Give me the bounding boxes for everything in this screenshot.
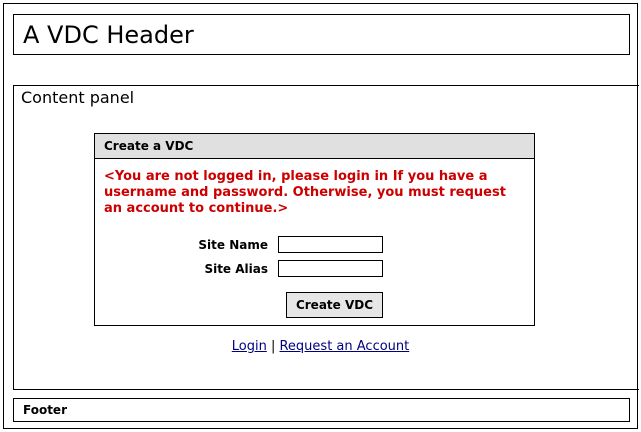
create-vdc-panel: Create a VDC <You are not logged in, ple… bbox=[94, 133, 535, 326]
request-account-link[interactable]: Request an Account bbox=[279, 339, 409, 354]
content-panel: Content panel Create a VDC <You are not … bbox=[13, 85, 639, 390]
link-separator: | bbox=[270, 339, 276, 354]
site-name-input[interactable] bbox=[278, 236, 383, 253]
header-title: A VDC Header bbox=[23, 21, 194, 49]
login-error-message: <You are not logged in, please login in … bbox=[104, 169, 506, 216]
account-links: Login | Request an Account bbox=[14, 339, 639, 355]
site-alias-input[interactable] bbox=[278, 260, 383, 277]
footer-text: Footer bbox=[23, 403, 67, 417]
site-alias-label: Site Alias bbox=[204, 262, 268, 276]
page-header: A VDC Header bbox=[13, 14, 630, 55]
site-name-label: Site Name bbox=[198, 238, 268, 252]
site-alias-row: Site Alias bbox=[95, 260, 534, 278]
login-link[interactable]: Login bbox=[232, 339, 267, 354]
content-panel-title: Content panel bbox=[21, 88, 135, 107]
create-vdc-button[interactable]: Create VDC bbox=[286, 292, 383, 318]
create-vdc-panel-header: Create a VDC bbox=[95, 134, 534, 159]
page-footer: Footer bbox=[13, 398, 630, 422]
site-name-row: Site Name bbox=[95, 236, 534, 254]
